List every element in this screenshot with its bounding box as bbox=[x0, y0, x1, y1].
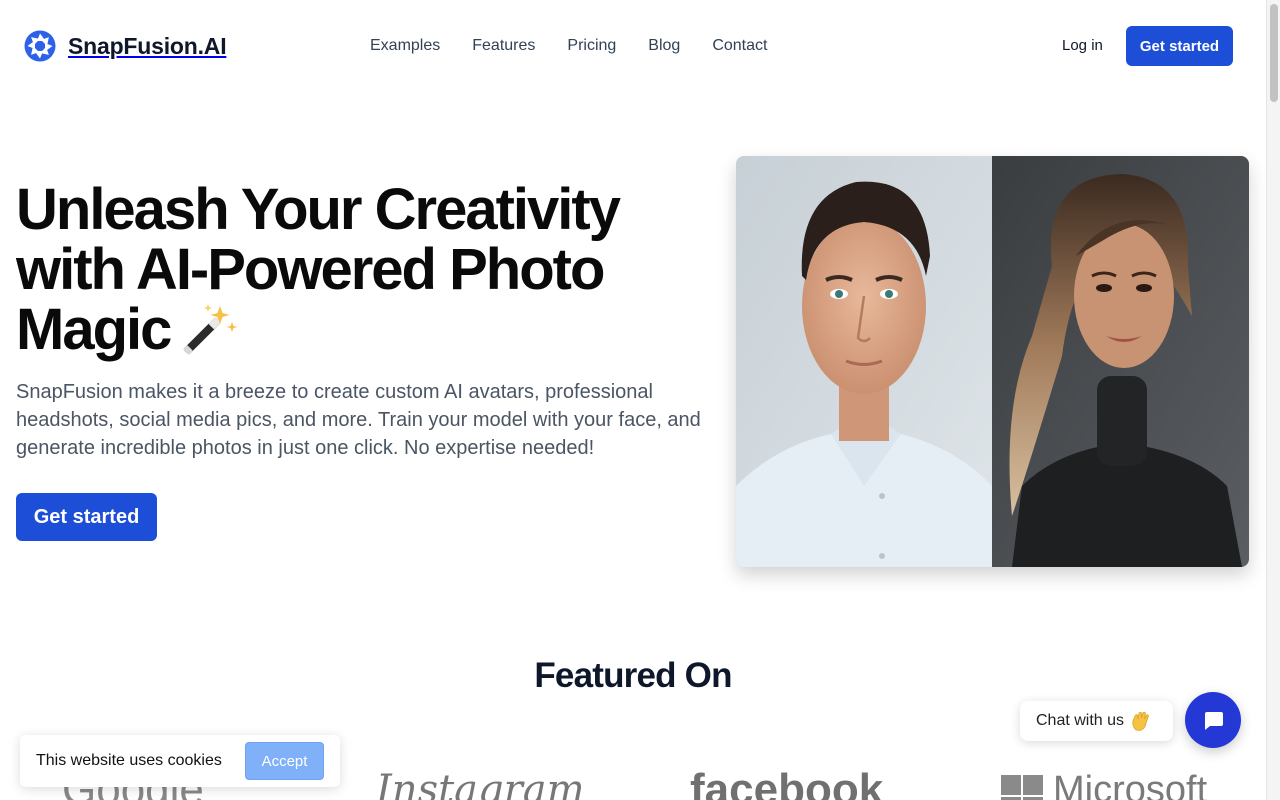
nav-item-contact[interactable]: Contact bbox=[712, 36, 767, 56]
hero-portrait-image bbox=[736, 156, 1249, 567]
featured-on-title: Featured On bbox=[534, 656, 732, 695]
nav-item-examples[interactable]: Examples bbox=[370, 36, 440, 56]
login-link[interactable]: Log in bbox=[1062, 37, 1103, 54]
hero-title-line-2: with AI-Powered Photo bbox=[16, 237, 605, 302]
brand-name: SnapFusion.AI bbox=[68, 32, 227, 59]
nav-item-blog[interactable]: Blog bbox=[648, 36, 680, 56]
instagram-logo: Instagram bbox=[376, 767, 585, 800]
chat-open-button[interactable] bbox=[1185, 692, 1241, 748]
nav-item-pricing[interactable]: Pricing bbox=[567, 36, 616, 56]
header-get-started-button[interactable]: Get started bbox=[1126, 26, 1233, 66]
microsoft-logo-text: Microsoft bbox=[1053, 769, 1208, 800]
hero-title: Unleash Your Creativity with AI-Powered … bbox=[16, 180, 716, 362]
scrollbar-thumb[interactable] bbox=[1270, 4, 1278, 102]
site-header: SnapFusion.AI Examples Features Pricing … bbox=[0, 0, 1266, 92]
chat-icon bbox=[1205, 712, 1223, 730]
hero-get-started-button[interactable]: Get started bbox=[16, 493, 157, 541]
chat-bubble[interactable]: Chat with us bbox=[1020, 701, 1173, 741]
hero-title-line-3: Magic bbox=[16, 297, 172, 362]
hero-title-line-1: Unleash Your Creativity bbox=[16, 177, 621, 242]
female-portrait bbox=[992, 156, 1249, 567]
facebook-logo: facebook bbox=[690, 765, 884, 800]
cookie-banner-text: This website uses cookies bbox=[36, 752, 222, 769]
aperture-icon bbox=[24, 30, 56, 62]
hero-subtitle: SnapFusion makes it a breeze to create c… bbox=[16, 381, 701, 459]
magic-wand-icon bbox=[183, 303, 238, 355]
cookie-accept-button[interactable]: Accept bbox=[245, 742, 324, 780]
chat-bubble-text: Chat with us bbox=[1036, 712, 1125, 729]
waving-hand-icon bbox=[1132, 711, 1149, 731]
microsoft-grid-icon bbox=[1001, 775, 1043, 800]
main-nav: Examples Features Pricing Blog Contact bbox=[370, 36, 767, 56]
brand-logo-link[interactable]: SnapFusion.AI bbox=[24, 30, 227, 62]
page-scrollbar[interactable] bbox=[1266, 0, 1280, 800]
microsoft-logo: Microsoft bbox=[1001, 768, 1207, 800]
male-portrait bbox=[736, 156, 992, 567]
nav-item-features[interactable]: Features bbox=[472, 36, 535, 56]
cookie-banner: This website uses cookies Accept bbox=[20, 735, 340, 787]
